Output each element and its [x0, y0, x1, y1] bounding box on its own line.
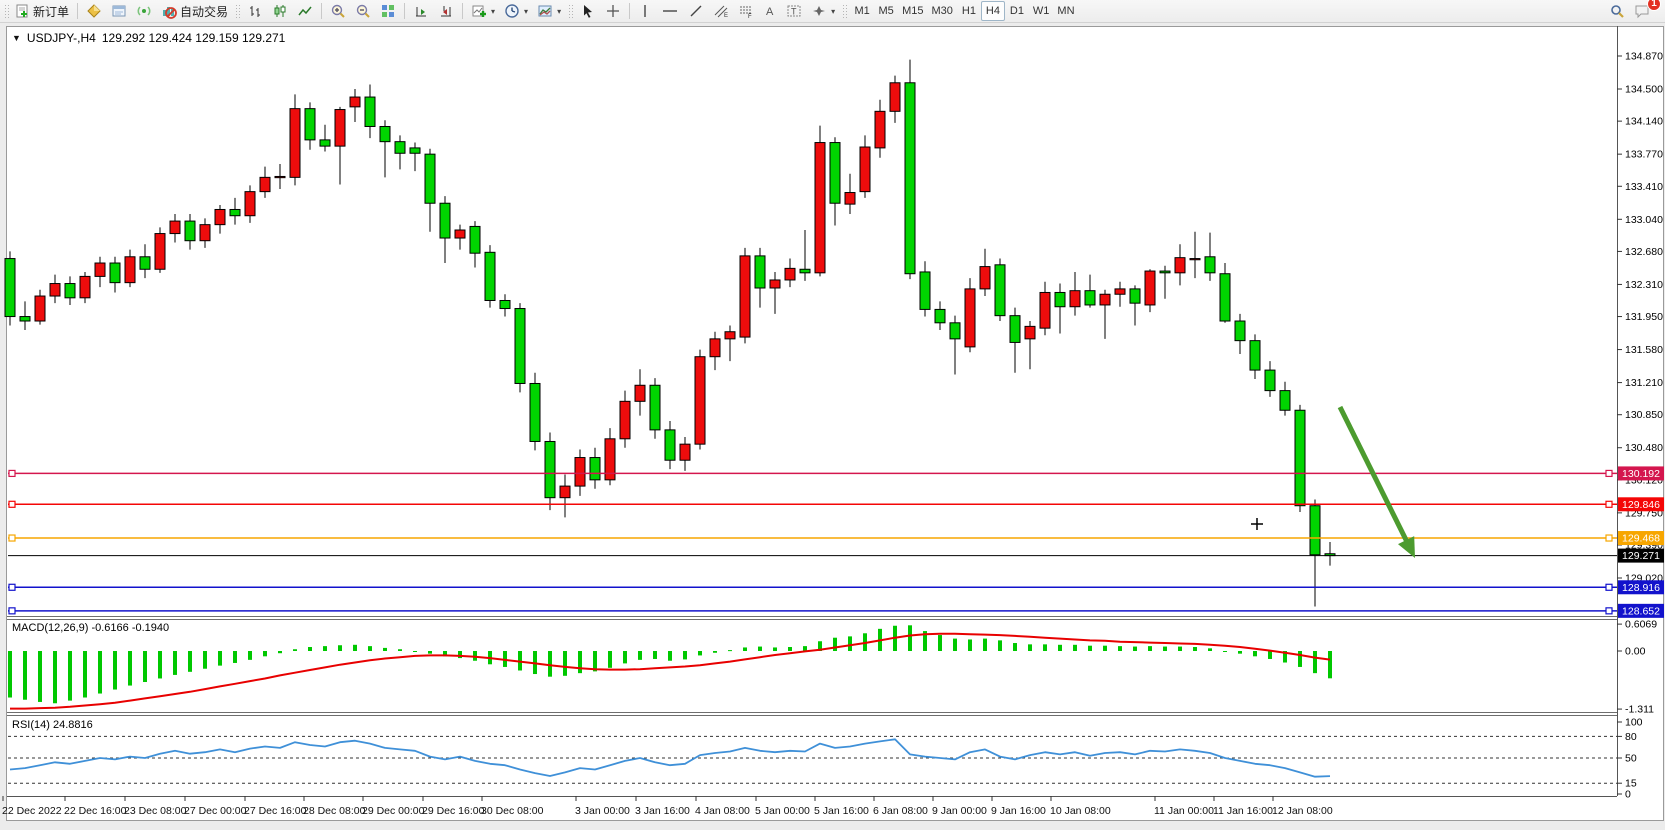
- svg-text:130.850: 130.850: [1625, 409, 1663, 421]
- svg-text:131.580: 131.580: [1625, 344, 1663, 356]
- svg-text:131.950: 131.950: [1625, 311, 1663, 323]
- chart-title-symbol: USDJPY-,H4: [27, 31, 96, 45]
- one-click-trading-arrow-icon[interactable]: ▼: [12, 33, 21, 43]
- svg-text:129.468: 129.468: [1622, 533, 1660, 545]
- svg-text:133.040: 133.040: [1625, 214, 1663, 226]
- svg-text:0.00: 0.00: [1625, 646, 1646, 658]
- svg-text:5 Jan 16:00: 5 Jan 16:00: [814, 805, 869, 817]
- svg-text:23 Dec 08:00: 23 Dec 08:00: [124, 805, 187, 817]
- svg-text:9 Jan 16:00: 9 Jan 16:00: [991, 805, 1046, 817]
- svg-text:131.210: 131.210: [1625, 377, 1663, 389]
- svg-text:3 Jan 16:00: 3 Jan 16:00: [635, 805, 690, 817]
- svg-text:-1.311: -1.311: [1625, 704, 1654, 716]
- svg-text:22 Dec 16:00: 22 Dec 16:00: [64, 805, 127, 817]
- rsi-indicator-label: RSI(14) 24.8816: [12, 719, 93, 731]
- svg-text:9 Jan 00:00: 9 Jan 00:00: [932, 805, 987, 817]
- svg-text:4 Jan 08:00: 4 Jan 08:00: [695, 805, 750, 817]
- svg-text:0: 0: [1625, 789, 1631, 801]
- svg-text:130.480: 130.480: [1625, 442, 1663, 454]
- svg-text:5 Jan 00:00: 5 Jan 00:00: [755, 805, 810, 817]
- svg-text:29 Dec 16:00: 29 Dec 16:00: [422, 805, 485, 817]
- svg-text:128.916: 128.916: [1622, 582, 1660, 594]
- chart-canvas[interactable]: 134.870 134.500 134.140 133.770 133.410 133.0…: [0, 0, 1665, 830]
- svg-text:28 Dec 08:00: 28 Dec 08:00: [303, 805, 366, 817]
- chart-title: ▼ USDJPY-,H4 129.292 129.424 129.159 129…: [12, 31, 285, 45]
- svg-text:27 Dec 16:00: 27 Dec 16:00: [244, 805, 307, 817]
- svg-text:12 Jan 08:00: 12 Jan 08:00: [1272, 805, 1333, 817]
- svg-text:10 Jan 08:00: 10 Jan 08:00: [1050, 805, 1111, 817]
- svg-text:129.846: 129.846: [1622, 499, 1660, 511]
- svg-text:133.770: 133.770: [1625, 149, 1663, 161]
- svg-text:132.310: 132.310: [1625, 279, 1663, 291]
- svg-text:11 Jan 00:00: 11 Jan 00:00: [1154, 805, 1214, 817]
- svg-text:134.870: 134.870: [1625, 51, 1663, 63]
- svg-text:132.680: 132.680: [1625, 246, 1663, 258]
- chart-title-ohlc: 129.292 129.424 129.159 129.271: [102, 31, 286, 45]
- svg-text:27 Dec 00:00: 27 Dec 00:00: [184, 805, 247, 817]
- svg-text:129.271: 129.271: [1622, 550, 1660, 562]
- svg-text:80: 80: [1625, 731, 1637, 743]
- svg-text:22 Dec 2022: 22 Dec 2022: [2, 805, 62, 817]
- svg-text:3 Jan 00:00: 3 Jan 00:00: [575, 805, 630, 817]
- svg-text:130.192: 130.192: [1622, 468, 1660, 480]
- svg-text:128.652: 128.652: [1622, 605, 1660, 617]
- svg-text:0.6069: 0.6069: [1625, 619, 1657, 631]
- svg-text:133.410: 133.410: [1625, 181, 1663, 193]
- svg-text:50: 50: [1625, 753, 1637, 765]
- svg-text:100: 100: [1625, 717, 1643, 729]
- svg-text:6 Jan 08:00: 6 Jan 08:00: [873, 805, 928, 817]
- svg-text:30 Dec 08:00: 30 Dec 08:00: [481, 805, 544, 817]
- svg-text:134.140: 134.140: [1625, 116, 1663, 128]
- svg-text:29 Dec 00:00: 29 Dec 00:00: [362, 805, 425, 817]
- macd-indicator-label: MACD(12,26,9) -0.6166 -0.1940: [12, 622, 169, 634]
- svg-text:134.500: 134.500: [1625, 84, 1663, 96]
- svg-text:11 Jan 16:00: 11 Jan 16:00: [1213, 805, 1273, 817]
